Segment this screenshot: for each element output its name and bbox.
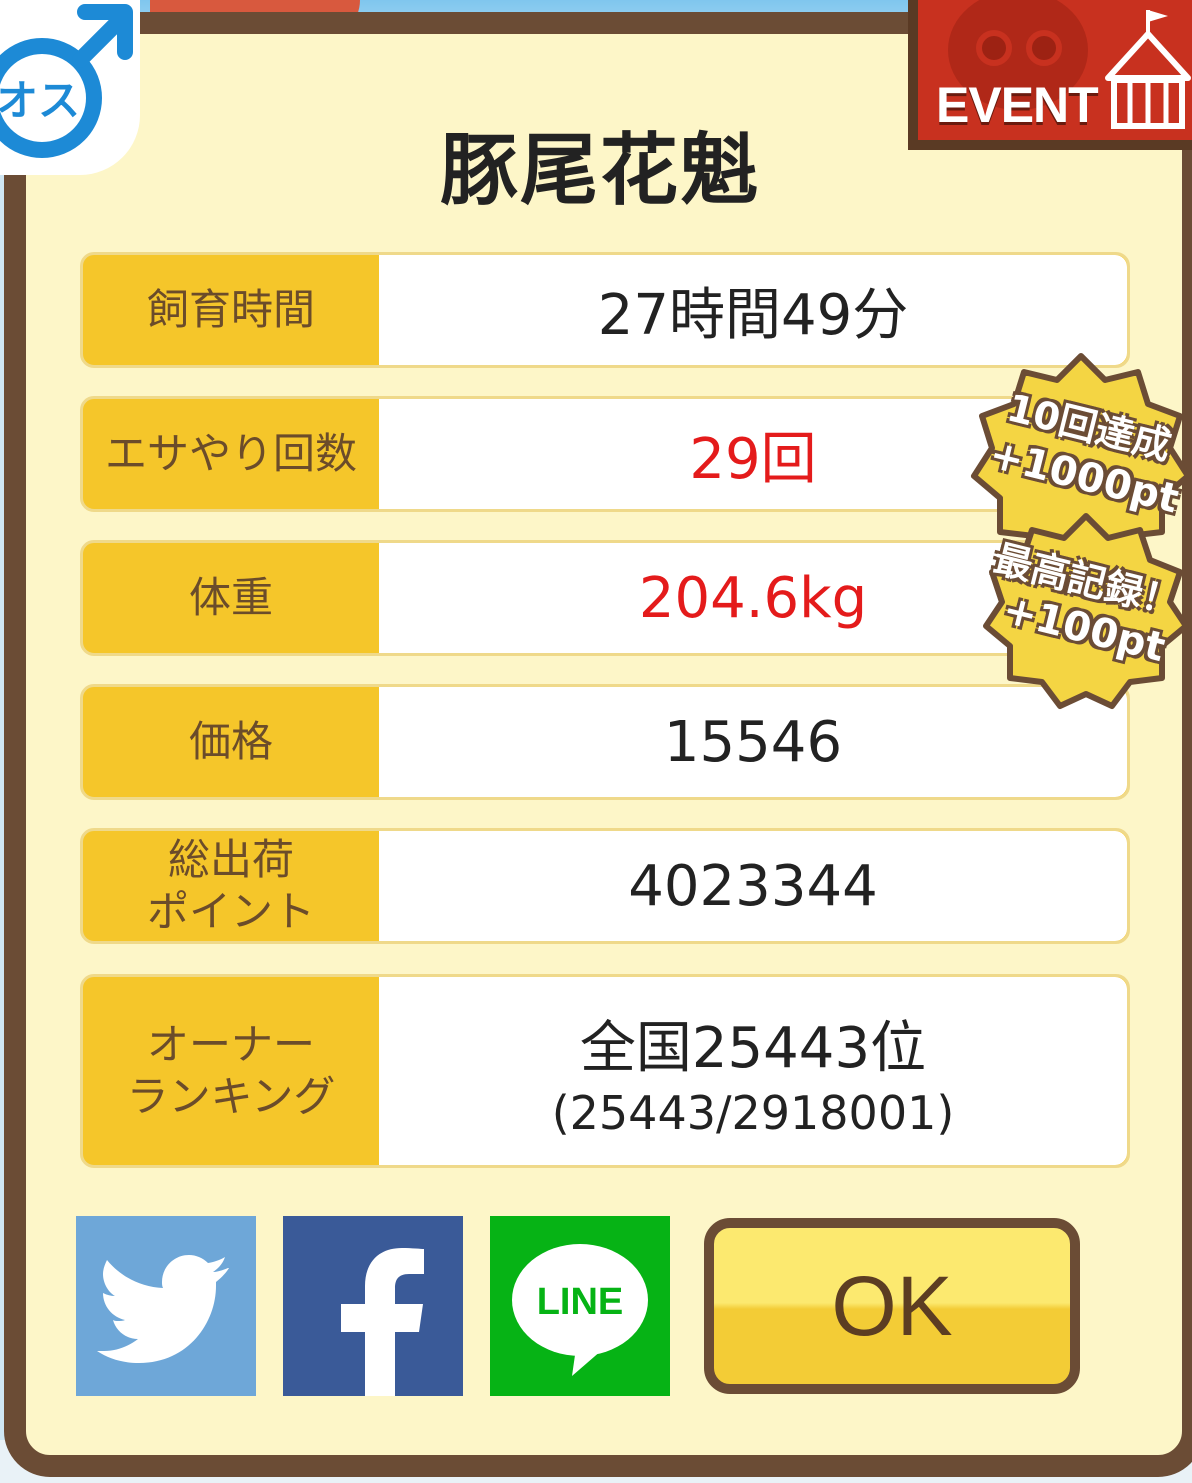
facebook-share-button[interactable] <box>283 1216 463 1396</box>
weight-value: 204.6kg <box>638 565 868 631</box>
event-banner[interactable]: EVENT <box>908 0 1192 150</box>
line-label: LINE <box>537 1281 624 1323</box>
shipping-points-value: 4023344 <box>628 853 878 919</box>
ok-label: OK <box>831 1258 953 1353</box>
gender-badge: オス <box>0 0 140 175</box>
row-label: 総出荷 ポイント <box>146 834 315 937</box>
line-share-button[interactable]: LINE <box>490 1216 670 1396</box>
row-shipping-points: 総出荷 ポイント 4023344 <box>80 828 1130 944</box>
row-value: 27時間49分 <box>379 255 1127 365</box>
pig-name-title: 豚尾花魁 <box>439 126 760 216</box>
ok-button[interactable]: OK <box>704 1218 1080 1394</box>
row-label: エサやり回数 <box>104 428 357 478</box>
row-value: 4023344 <box>379 831 1127 941</box>
male-symbol-icon: オス <box>0 4 133 158</box>
line-icon: LINE <box>512 1244 648 1376</box>
achievement-badge: 最高記録！ +100pt <box>980 510 1192 714</box>
twitter-share-button[interactable] <box>76 1216 256 1396</box>
ranking-value: 全国25443位 <box>579 1015 927 1081</box>
twitter-icon <box>97 1255 229 1363</box>
breeding-time-value: 27時間49分 <box>597 282 909 348</box>
gender-label: オス <box>0 76 80 125</box>
row-label: オーナー ランキング <box>126 1019 336 1122</box>
row-owner-ranking: オーナー ランキング 全国25443位 (25443/2918001) <box>80 974 1130 1168</box>
row-label: 体重 <box>188 572 273 622</box>
circus-tent-icon <box>1105 10 1191 129</box>
row-label: 飼育時間 <box>146 284 315 334</box>
ranking-detail: (25443/2918001) <box>551 1085 955 1140</box>
event-label: EVENT <box>936 77 1099 133</box>
row-price: 価格 15546 <box>80 684 1130 800</box>
row-label: 価格 <box>188 716 273 766</box>
price-value: 15546 <box>663 709 843 775</box>
facebook-icon <box>341 1248 424 1396</box>
row-value: 全国25443位 (25443/2918001) <box>379 977 1127 1165</box>
feed-count-value: 29回 <box>689 426 817 492</box>
